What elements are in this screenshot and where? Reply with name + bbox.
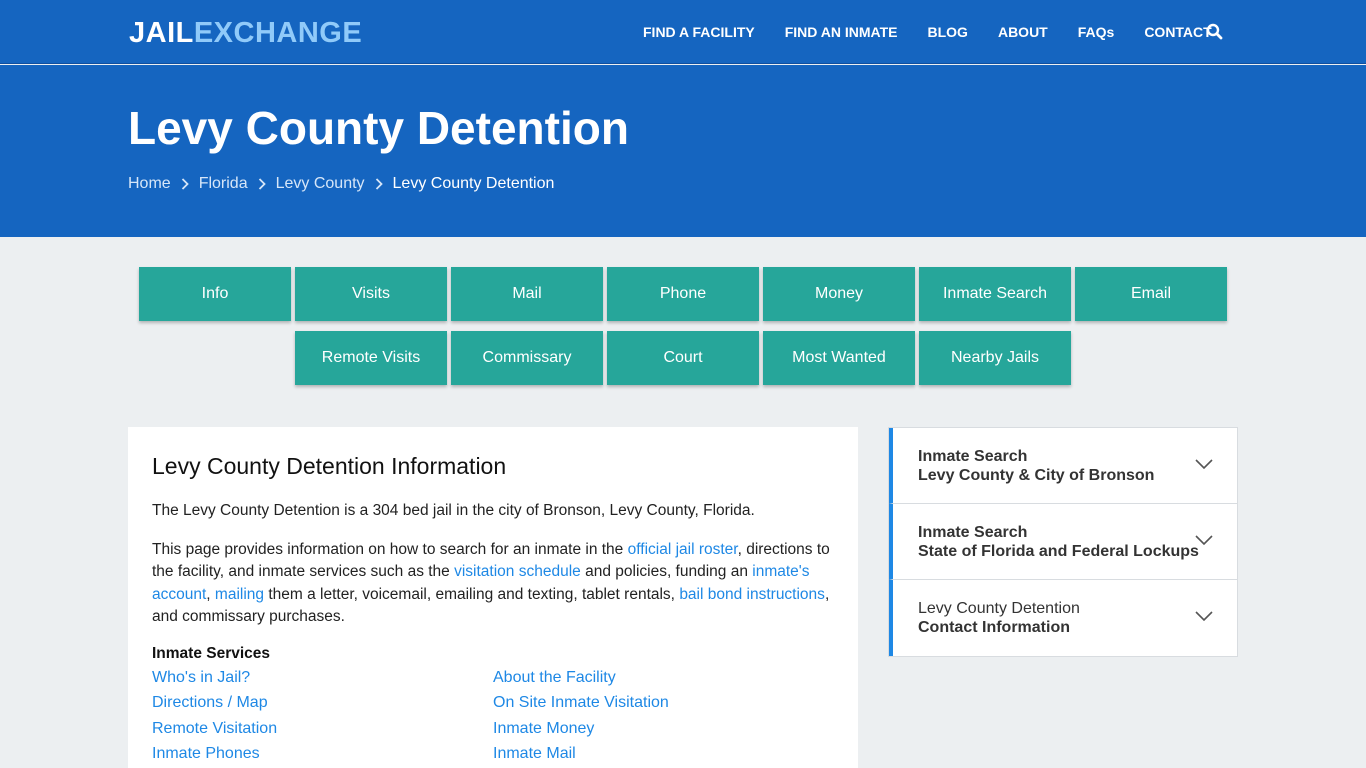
top-navbar: JAILEXCHANGE FIND A FACILITY FIND AN INM… [0,0,1366,64]
accordion-subtitle: Levy County & City of Bronson [918,467,1155,484]
site-logo[interactable]: JAILEXCHANGE [129,17,362,50]
service-link-inmate-money[interactable]: Inmate Money [493,718,793,741]
sidebar-accordion: Inmate Search Levy County & City of Bron… [888,427,1238,657]
service-link-inmate-mail[interactable]: Inmate Mail [493,743,793,766]
info-intro: The Levy County Detention is a 304 bed j… [152,502,755,519]
hero-banner: Levy County Detention Home Florida Levy … [0,65,1366,237]
link-official-jail-roster[interactable]: official jail roster [628,541,738,558]
tab-row-1: Info Visits Mail Phone Money Inmate Sear… [0,267,1366,321]
nav-find-a-facility[interactable]: FIND A FACILITY [628,24,770,40]
chevron-right-icon [258,178,266,190]
text-segment: , [206,585,215,603]
nav-find-an-inmate[interactable]: FIND AN INMATE [770,24,913,40]
link-bail-bond-instructions[interactable]: bail bond instructions [679,586,825,603]
link-mailing[interactable]: mailing [215,586,264,603]
main-nav: FIND A FACILITY FIND AN INMATE BLOG ABOU… [628,0,1227,64]
chevron-right-icon [375,178,383,190]
tab-nearby-jails[interactable]: Nearby Jails [919,331,1071,385]
tab-phone[interactable]: Phone [607,267,759,321]
chevron-down-icon [1195,611,1213,622]
accordion-subtitle: State of Florida and Federal Lockups [918,543,1199,560]
search-icon [1206,23,1223,40]
page-title: Levy County Detention [128,102,629,154]
tab-mail[interactable]: Mail [451,267,603,321]
text-segment: This page provides information on how to… [152,540,628,558]
accordion-inmate-search-county[interactable]: Inmate Search Levy County & City of Bron… [889,428,1237,504]
nav-faqs[interactable]: FAQs [1063,24,1130,40]
text-segment: and policies, funding an [580,563,753,580]
tab-info[interactable]: Info [139,267,291,321]
nav-about[interactable]: ABOUT [983,24,1063,40]
service-link-remote-visitation[interactable]: Remote Visitation [152,718,493,741]
facility-tabs: Info Visits Mail Phone Money Inmate Sear… [0,267,1366,395]
accordion-title: Inmate Search [918,448,1028,465]
logo-text-jail: JAIL [129,17,194,49]
tab-money[interactable]: Money [763,267,915,321]
info-description: This page provides information on how to… [152,539,834,629]
accordion-contact-information[interactable]: Levy County Detention Contact Informatio… [889,580,1237,656]
tab-most-wanted[interactable]: Most Wanted [763,331,915,385]
chevron-down-icon [1195,535,1213,546]
accordion-title: Inmate Search [918,524,1028,541]
info-card: Levy County Detention Information The Le… [128,427,858,768]
breadcrumb-current: Levy County Detention [392,175,555,192]
nav-blog[interactable]: BLOG [913,24,983,40]
logo-text-exchange: EXCHANGE [193,17,363,49]
tab-inmate-search[interactable]: Inmate Search [919,267,1071,321]
service-link-whos-in-jail[interactable]: Who's in Jail? [152,667,493,690]
tab-court[interactable]: Court [607,331,759,385]
tab-row-2: Remote Visits Commissary Court Most Want… [0,331,1366,385]
service-link-inmate-phones[interactable]: Inmate Phones [152,743,493,766]
service-link-directions[interactable]: Directions / Map [152,692,493,715]
accordion-subtitle: Contact Information [918,619,1070,636]
breadcrumb-florida[interactable]: Florida [199,175,248,193]
breadcrumb-home[interactable]: Home [128,175,171,193]
chevron-down-icon [1195,459,1213,470]
service-link-about-facility[interactable]: About the Facility [493,667,793,690]
breadcrumb: Home Florida Levy County Levy County Det… [128,175,554,193]
service-link-onsite-visitation[interactable]: On Site Inmate Visitation [493,692,793,715]
search-button[interactable] [1205,22,1225,42]
tab-commissary[interactable]: Commissary [451,331,603,385]
info-heading: Levy County Detention Information [152,453,507,479]
chevron-right-icon [181,178,189,190]
tab-email[interactable]: Email [1075,267,1227,321]
accordion-inmate-search-state[interactable]: Inmate Search State of Florida and Feder… [889,504,1237,580]
text-segment: them a letter, voicemail, emailing and t… [264,585,680,603]
tab-visits[interactable]: Visits [295,267,447,321]
tab-remote-visits[interactable]: Remote Visits [295,331,447,385]
services-list: Who's in Jail? About the Facility Direct… [152,667,834,766]
link-visitation-schedule[interactable]: visitation schedule [454,563,581,580]
services-heading: Inmate Services [152,644,271,662]
accordion-title: Levy County Detention [918,600,1080,617]
breadcrumb-levy-county[interactable]: Levy County [276,175,365,193]
